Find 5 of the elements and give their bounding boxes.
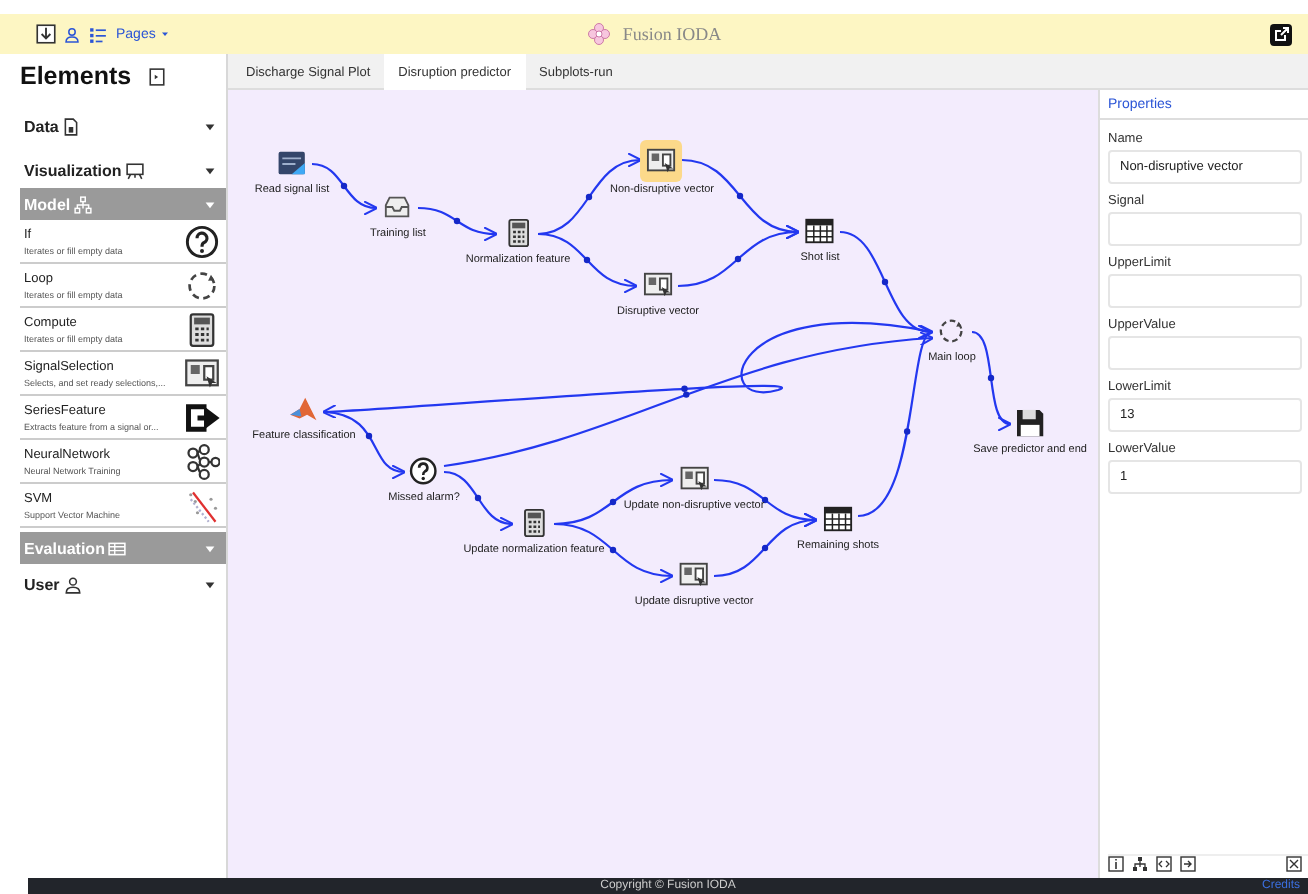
panel-title: Elements (20, 62, 132, 90)
section-header[interactable]: User (20, 568, 226, 600)
section-header[interactable]: Data (20, 110, 226, 142)
app-title: Fusion IODA (622, 24, 722, 44)
section-header[interactable]: Visualization (20, 154, 226, 186)
